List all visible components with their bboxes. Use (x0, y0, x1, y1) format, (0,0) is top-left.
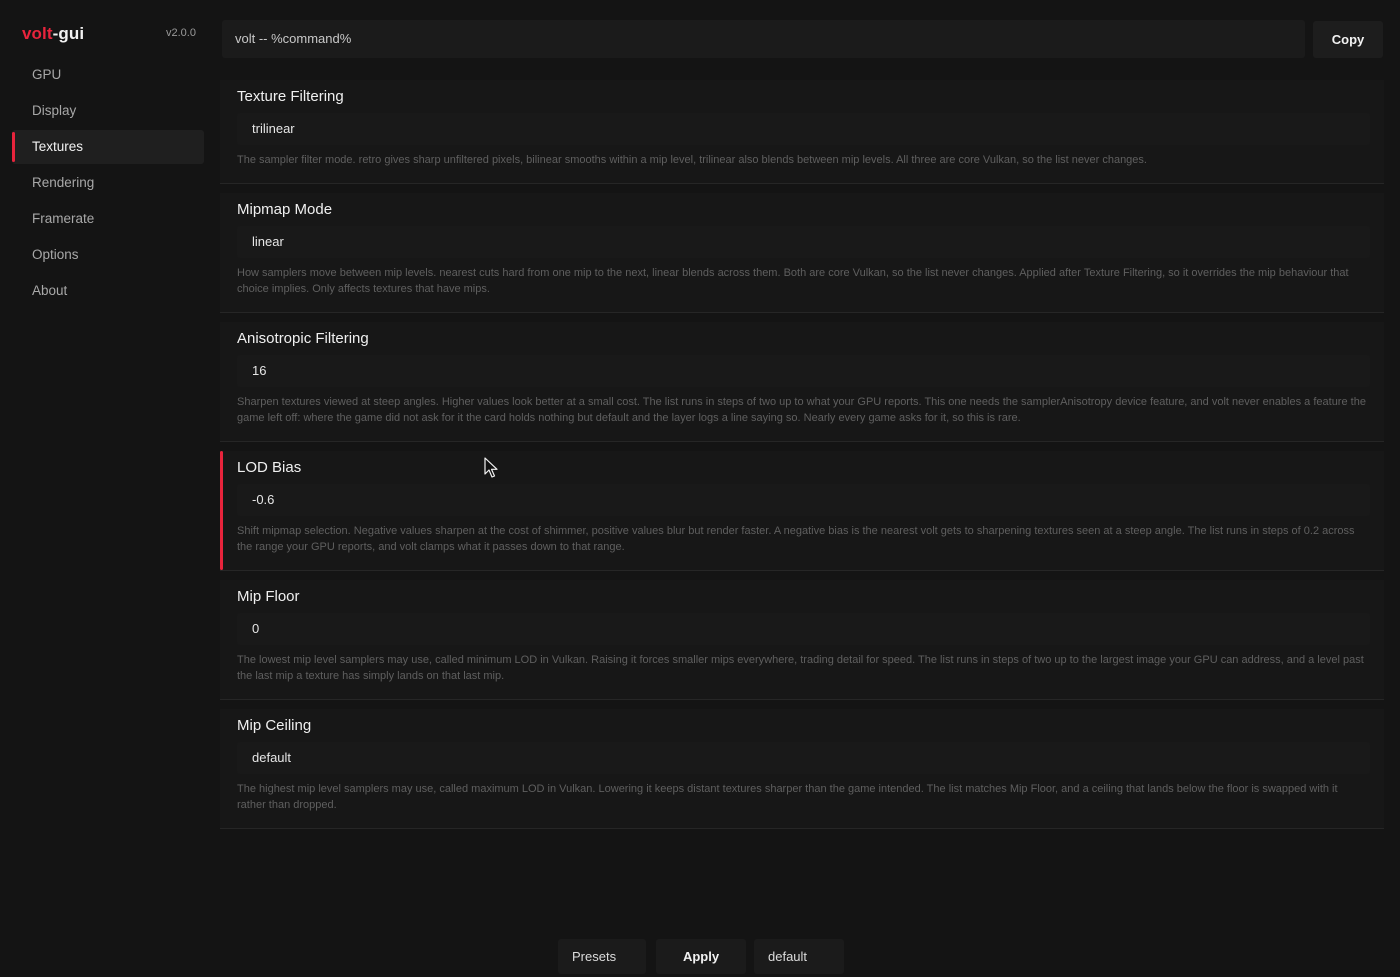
setting-description: The highest mip level samplers may use, … (237, 783, 1338, 811)
brand-rest: -gui (52, 24, 85, 43)
sidebar-item-about[interactable]: About (12, 274, 204, 308)
apply-button[interactable]: Apply (656, 939, 746, 974)
anisotropic-filtering-select[interactable]: 16 (237, 355, 1370, 387)
mip-ceiling-select[interactable]: default (237, 742, 1370, 774)
setting-title: Anisotropic Filtering (237, 330, 369, 347)
sidebar-item-textures[interactable]: Textures (12, 130, 204, 164)
app-window: volt-gui v2.0.0 GPU Display Textures Ren… (0, 0, 1400, 977)
sidebar-item-gpu[interactable]: GPU (12, 58, 204, 92)
sidebar-item-framerate[interactable]: Framerate (12, 202, 204, 236)
sidebar-nav: GPU Display Textures Rendering Framerate… (12, 58, 204, 310)
profile-select[interactable]: default (754, 939, 844, 974)
setting-card-anisotropic-filtering: Anisotropic Filtering 16 Sharpen texture… (220, 322, 1384, 442)
version-label: v2.0.0 (166, 27, 196, 39)
setting-title: Texture Filtering (237, 88, 344, 105)
setting-card-mip-floor: Mip Floor 0 The lowest mip level sampler… (220, 580, 1384, 700)
mipmap-mode-select[interactable]: linear (237, 226, 1370, 258)
setting-card-texture-filtering: Texture Filtering trilinear The sampler … (220, 80, 1384, 184)
command-field[interactable]: volt -- %command% (222, 20, 1305, 58)
setting-title: Mipmap Mode (237, 201, 333, 218)
setting-description: The lowest mip level samplers may use, c… (237, 654, 1364, 682)
setting-description: How samplers move between mip levels. ne… (237, 267, 1349, 295)
setting-description: The sampler filter mode. retro gives sha… (237, 154, 1147, 166)
setting-description: Shift mipmap selection. Negative values … (237, 525, 1355, 553)
mip-floor-select[interactable]: 0 (237, 613, 1370, 645)
sidebar: volt-gui v2.0.0 GPU Display Textures Ren… (0, 0, 212, 977)
app-logo: volt-gui (22, 24, 84, 44)
setting-card-mipmap-mode: Mipmap Mode linear How samplers move bet… (220, 193, 1384, 313)
setting-title: Mip Floor (237, 588, 300, 605)
presets-button[interactable]: Presets (558, 939, 646, 974)
setting-title: LOD Bias (237, 459, 302, 476)
brand-accent: volt (22, 24, 53, 43)
texture-filtering-select[interactable]: trilinear (237, 113, 1370, 145)
setting-description: Sharpen textures viewed at steep angles.… (237, 396, 1366, 424)
sidebar-item-rendering[interactable]: Rendering (12, 166, 204, 200)
setting-title: Mip Ceiling (237, 717, 312, 734)
lod-bias-select[interactable]: -0.6 (237, 484, 1370, 516)
sidebar-item-display[interactable]: Display (12, 94, 204, 128)
setting-card-mip-ceiling: Mip Ceiling default The highest mip leve… (220, 709, 1384, 829)
sidebar-item-options[interactable]: Options (12, 238, 204, 272)
copy-button[interactable]: Copy (1313, 21, 1383, 58)
setting-card-lod-bias: LOD Bias -0.6 Shift mipmap selection. Ne… (220, 451, 1384, 571)
mouse-cursor-icon (484, 457, 498, 478)
